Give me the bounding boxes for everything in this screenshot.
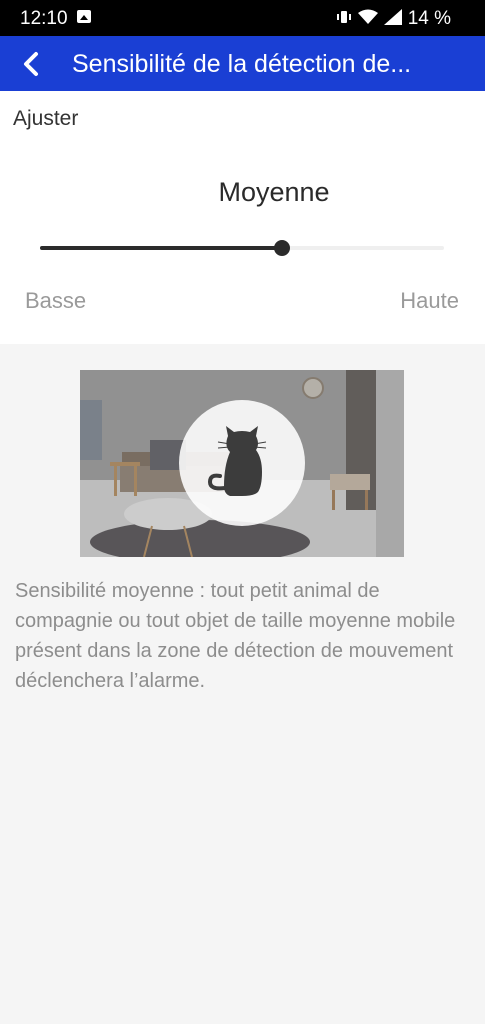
status-bar: 12:10 14 % — [0, 0, 485, 36]
battery-level: 14 % — [407, 8, 451, 29]
sensitivity-description: Sensibilité moyenne : tout petit animal … — [15, 580, 456, 692]
slider-thumb[interactable] — [274, 240, 290, 256]
status-indicators: 14 % — [336, 8, 451, 30]
gallery-icon — [77, 10, 91, 23]
app-bar: Sensibilité de la détection de... — [0, 36, 485, 91]
status-time: 12:10 — [20, 8, 68, 29]
back-button[interactable] — [12, 45, 50, 83]
cat-icon — [179, 400, 305, 526]
wifi-icon — [357, 9, 378, 30]
adjust-label: Ajuster — [13, 107, 79, 130]
living-room-illustration — [80, 370, 404, 557]
slider-max-label: Haute — [400, 288, 459, 313]
slider-min-label: Basse — [25, 288, 87, 313]
chevron-left-icon — [24, 52, 38, 76]
adjust-panel: Ajuster Moyenne Basse Haute — [0, 91, 485, 344]
signal-icon — [383, 8, 402, 30]
page-title: Sensibilité de la détection de... — [72, 50, 412, 78]
sensitivity-slider[interactable] — [40, 236, 444, 260]
slider-fill — [40, 246, 282, 250]
sensitivity-level-value: Moyenne — [218, 177, 330, 207]
vibrate-icon — [336, 9, 352, 30]
